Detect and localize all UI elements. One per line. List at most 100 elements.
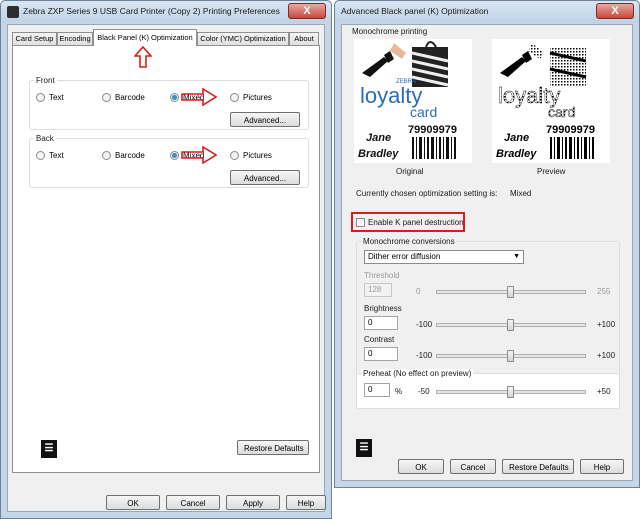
annotation-right-arrow-icon bbox=[181, 88, 217, 106]
radio-dot bbox=[36, 151, 45, 160]
restore-defaults-button[interactable]: Restore Defaults bbox=[502, 459, 574, 474]
conversion-select-value: Dither error diffusion bbox=[368, 252, 441, 261]
advanced-optimization-window: Advanced Black panel (K) Optimization X … bbox=[334, 0, 640, 488]
apply-button[interactable]: Apply bbox=[226, 495, 280, 510]
back-radio-barcode[interactable]: Barcode bbox=[102, 151, 145, 160]
brightness-label: Brightness bbox=[364, 304, 402, 313]
threshold-min: 0 bbox=[416, 287, 421, 296]
contrast-slider-thumb[interactable] bbox=[507, 350, 514, 362]
preview-caption: Preview bbox=[537, 167, 566, 176]
ok-button[interactable]: OK bbox=[106, 495, 160, 510]
preheat-input[interactable]: 0 bbox=[364, 383, 390, 397]
card-word-text: card bbox=[410, 104, 437, 120]
dialog-client: Monochrome printing ZEBRA loyalty card 7… bbox=[341, 24, 633, 481]
printing-preferences-window: Zebra ZXP Series 9 USB Card Printer (Cop… bbox=[0, 0, 332, 519]
brightness-max: +100 bbox=[597, 320, 616, 329]
restore-defaults-button[interactable]: Restore Defaults bbox=[237, 440, 309, 455]
back-advanced-button[interactable]: Advanced... bbox=[230, 170, 300, 185]
monochrome-conversions-label: Monochrome conversions bbox=[361, 237, 457, 246]
contrast-input[interactable]: 0 bbox=[364, 347, 398, 361]
brightness-min: -100 bbox=[416, 320, 433, 329]
tab-encoding[interactable]: Encoding bbox=[57, 32, 93, 45]
radio-dot bbox=[102, 93, 111, 102]
back-radio-pictures[interactable]: Pictures bbox=[230, 151, 272, 160]
card-first-name: Jane bbox=[366, 132, 391, 144]
radio-dot-selected bbox=[170, 151, 179, 160]
radio-label: Pictures bbox=[243, 93, 272, 102]
window-title: Advanced Black panel (K) Optimization bbox=[341, 6, 489, 16]
zebra-logo-icon: ☰ bbox=[356, 439, 372, 457]
original-card-image: ZEBRA loyalty card 79909979 Jane Bradley bbox=[354, 39, 472, 163]
close-button[interactable]: X bbox=[288, 3, 326, 19]
chevron-down-icon: ▼ bbox=[513, 253, 520, 260]
front-advanced-button[interactable]: Advanced... bbox=[230, 112, 300, 127]
preview-card-word-text: card bbox=[548, 104, 575, 120]
window-title: Zebra ZXP Series 9 USB Card Printer (Cop… bbox=[23, 6, 280, 16]
threshold-input[interactable]: 128 bbox=[364, 283, 392, 297]
threshold-slider[interactable] bbox=[436, 286, 586, 298]
back-label: Back bbox=[34, 134, 56, 143]
annotation-up-arrow-icon bbox=[134, 46, 152, 68]
threshold-label: Threshold bbox=[364, 271, 400, 280]
preheat-unit: % bbox=[395, 387, 403, 396]
current-setting-label: Currently chosen optimization setting is… bbox=[356, 189, 498, 198]
front-radio-pictures[interactable]: Pictures bbox=[230, 93, 272, 102]
printer-icon bbox=[7, 6, 19, 18]
back-radio-text[interactable]: Text bbox=[36, 151, 64, 160]
tab-about[interactable]: About bbox=[289, 32, 319, 45]
radio-label: Text bbox=[49, 151, 64, 160]
ok-button[interactable]: OK bbox=[398, 459, 444, 474]
radio-label: Pictures bbox=[243, 151, 272, 160]
radio-dot-selected bbox=[170, 93, 179, 102]
preheat-max: +50 bbox=[597, 387, 611, 396]
threshold-slider-thumb[interactable] bbox=[507, 286, 515, 298]
title-bar[interactable]: Advanced Black panel (K) Optimization X bbox=[335, 1, 639, 23]
enable-k-panel-label[interactable]: Enable K panel destruction bbox=[368, 218, 464, 227]
current-setting-value: Mixed bbox=[510, 189, 532, 198]
preview-card-image: loyalty card 79909979 Jane Bradley bbox=[492, 39, 610, 163]
radio-dot bbox=[36, 93, 45, 102]
conversion-select[interactable]: Dither error diffusion ▼ bbox=[364, 250, 524, 264]
tab-page: Front Text Barcode Mixed Pictures Advanc… bbox=[12, 45, 320, 473]
radio-dot bbox=[230, 151, 239, 160]
help-button[interactable]: Help bbox=[580, 459, 624, 474]
enable-k-panel-checkbox[interactable] bbox=[356, 218, 365, 227]
title-bar[interactable]: Zebra ZXP Series 9 USB Card Printer (Cop… bbox=[1, 1, 331, 23]
card-last-name: Bradley bbox=[358, 148, 399, 160]
monochrome-printing-label: Monochrome printing bbox=[352, 27, 428, 36]
preview-last-name: Bradley bbox=[496, 148, 537, 160]
help-button[interactable]: Help bbox=[286, 495, 326, 510]
preview-first-name: Jane bbox=[504, 132, 529, 144]
preview-number-text: 79909979 bbox=[546, 124, 595, 136]
radio-label: Text bbox=[49, 93, 64, 102]
preheat-label: Preheat (No effect on preview) bbox=[361, 369, 474, 378]
tab-color-optimization[interactable]: Color (YMC) Optimization bbox=[197, 32, 289, 45]
cancel-button[interactable]: Cancel bbox=[450, 459, 496, 474]
zebra-logo-icon: ☰ bbox=[41, 440, 57, 458]
contrast-max: +100 bbox=[597, 351, 616, 360]
front-radio-barcode[interactable]: Barcode bbox=[102, 93, 145, 102]
brightness-slider[interactable] bbox=[436, 319, 586, 331]
dialog-client: Card Setup Encoding Black Panel (K) Opti… bbox=[7, 24, 326, 512]
contrast-min: -100 bbox=[416, 351, 433, 360]
cancel-button[interactable]: Cancel bbox=[166, 495, 220, 510]
front-radio-text[interactable]: Text bbox=[36, 93, 64, 102]
close-button[interactable]: X bbox=[596, 3, 634, 19]
preheat-slider-thumb[interactable] bbox=[507, 386, 514, 398]
tab-card-setup[interactable]: Card Setup bbox=[12, 32, 57, 45]
brightness-input[interactable]: 0 bbox=[364, 316, 398, 330]
radio-label: Barcode bbox=[115, 93, 145, 102]
original-caption: Original bbox=[396, 167, 424, 176]
threshold-max: 255 bbox=[597, 287, 611, 296]
preheat-slider[interactable] bbox=[436, 386, 586, 398]
front-label: Front bbox=[34, 76, 57, 85]
annotation-right-arrow-icon bbox=[181, 146, 217, 164]
preheat-min: -50 bbox=[418, 387, 430, 396]
radio-dot bbox=[230, 93, 239, 102]
front-group: Front Text Barcode Mixed Pictures Advanc… bbox=[29, 76, 309, 130]
brightness-slider-thumb[interactable] bbox=[507, 319, 514, 331]
tab-black-panel-optimization[interactable]: Black Panel (K) Optimization bbox=[93, 29, 197, 46]
radio-label: Barcode bbox=[115, 151, 145, 160]
back-group: Back Text Barcode Mixed Pictures Advance… bbox=[29, 134, 309, 188]
contrast-slider[interactable] bbox=[436, 350, 586, 362]
